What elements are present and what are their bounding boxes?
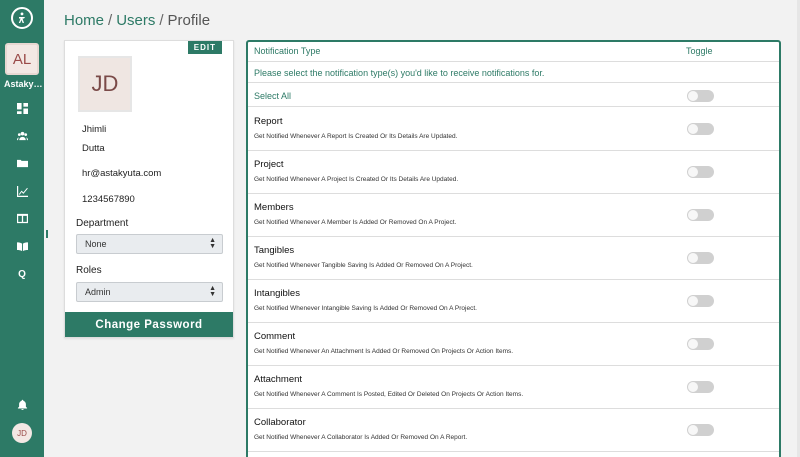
- notification-title: Project: [254, 159, 284, 170]
- chart-icon[interactable]: [15, 184, 29, 198]
- notification-title: Intangibles: [254, 288, 300, 299]
- collaborator-toggle[interactable]: [687, 424, 714, 436]
- department-value: None: [85, 239, 107, 249]
- select-all-toggle[interactable]: [687, 90, 714, 102]
- notification-intro: Please select the notification type(s) y…: [248, 63, 779, 83]
- org-avatar[interactable]: AL: [5, 43, 39, 75]
- notification-description: Get Notified Whenever A Comment Is Poste…: [254, 391, 524, 398]
- sidebar-resize-handle[interactable]: [46, 230, 48, 238]
- intangibles-toggle[interactable]: [687, 295, 714, 307]
- notification-description: Get Notified Whenever Tangible Saving Is…: [254, 262, 473, 269]
- notification-row-comment: Comment Get Notified Whenever An Attachm…: [248, 323, 779, 366]
- notification-row-members: Members Get Notified Whenever A Member I…: [248, 194, 779, 237]
- tangibles-toggle[interactable]: [687, 252, 714, 264]
- notification-settings-panel: Notification Type Toggle Please select t…: [246, 40, 781, 457]
- roles-value: Admin: [85, 287, 111, 297]
- notification-row-intangibles: Intangibles Get Notified Whenever Intang…: [248, 280, 779, 323]
- users-icon[interactable]: [15, 128, 29, 142]
- breadcrumb: Home / Users / Profile: [64, 12, 210, 29]
- change-password-button[interactable]: Change Password: [65, 312, 233, 337]
- org-name: Astakyuta: [4, 79, 44, 89]
- header-toggle: Toggle: [686, 46, 713, 56]
- notification-row-tangibles: Tangibles Get Notified Whenever Tangible…: [248, 237, 779, 280]
- folder-icon[interactable]: [15, 156, 29, 170]
- project-toggle[interactable]: [687, 166, 714, 178]
- notification-title: Attachment: [254, 374, 303, 385]
- email: hr@astakyuta.com: [82, 168, 162, 179]
- notification-title: Report: [254, 116, 283, 127]
- notification-description: Get Notified Whenever Intangible Saving …: [254, 305, 477, 312]
- breadcrumb-users[interactable]: Users: [116, 12, 155, 29]
- department-label: Department: [76, 218, 129, 229]
- notification-table-header: Notification Type Toggle: [248, 42, 779, 62]
- notification-description: Get Notified Whenever A Member Is Added …: [254, 219, 457, 226]
- select-caret-icon: ▲ ▼: [209, 237, 216, 250]
- notification-description: Get Notified Whenever A Report Is Create…: [254, 133, 458, 140]
- sidebar: AL Astakyuta Q JD: [0, 0, 44, 457]
- roles-select[interactable]: Admin ▲ ▼: [76, 282, 223, 302]
- breadcrumb-current: Profile: [167, 12, 211, 29]
- q-icon[interactable]: Q: [15, 267, 29, 281]
- edit-button[interactable]: EDIT: [187, 41, 222, 54]
- notification-row-report: Report Get Notified Whenever A Report Is…: [248, 108, 779, 151]
- notification-row-project: Project Get Notified Whenever A Project …: [248, 151, 779, 194]
- select-all-row: Select All: [248, 84, 779, 107]
- comment-toggle[interactable]: [687, 338, 714, 350]
- notification-description: Get Notified Whenever A Project Is Creat…: [254, 176, 459, 183]
- dashboard-icon[interactable]: [15, 101, 29, 115]
- book-icon[interactable]: [15, 239, 29, 253]
- notification-row-attachment: Attachment Get Notified Whenever A Comme…: [248, 366, 779, 409]
- first-name: Jhimli: [82, 124, 107, 135]
- app-logo-icon[interactable]: [11, 7, 33, 29]
- notification-title: Members: [254, 202, 294, 213]
- breadcrumb-separator: /: [108, 12, 113, 29]
- notification-row-collaborator: Collaborator Get Notified Whenever A Col…: [248, 409, 779, 452]
- notification-description: Get Notified Whenever An Attachment Is A…: [254, 348, 514, 355]
- roles-label: Roles: [76, 265, 102, 276]
- header-notification-type: Notification Type: [254, 46, 321, 56]
- select-caret-icon: ▲ ▼: [209, 285, 216, 298]
- notification-title: Tangibles: [254, 245, 295, 256]
- members-toggle[interactable]: [687, 209, 714, 221]
- breadcrumb-home[interactable]: Home: [64, 12, 104, 29]
- notification-description: Get Notified Whenever A Collaborator Is …: [254, 434, 468, 441]
- notification-title: Comment: [254, 331, 296, 342]
- breadcrumb-separator: /: [159, 12, 164, 29]
- bell-icon[interactable]: [15, 397, 29, 411]
- phone: 1234567890: [82, 194, 135, 205]
- attachment-toggle[interactable]: [687, 381, 714, 393]
- board-icon[interactable]: [15, 211, 29, 225]
- report-toggle[interactable]: [687, 123, 714, 135]
- last-name: Dutta: [82, 143, 105, 154]
- user-avatar[interactable]: JD: [12, 423, 32, 443]
- notification-title: Collaborator: [254, 417, 306, 428]
- profile-card: EDIT JD Jhimli Dutta hr@astakyuta.com 12…: [64, 40, 234, 338]
- department-select[interactable]: None ▲ ▼: [76, 234, 223, 254]
- select-all-label[interactable]: Select All: [254, 91, 291, 101]
- profile-avatar: JD: [78, 56, 132, 112]
